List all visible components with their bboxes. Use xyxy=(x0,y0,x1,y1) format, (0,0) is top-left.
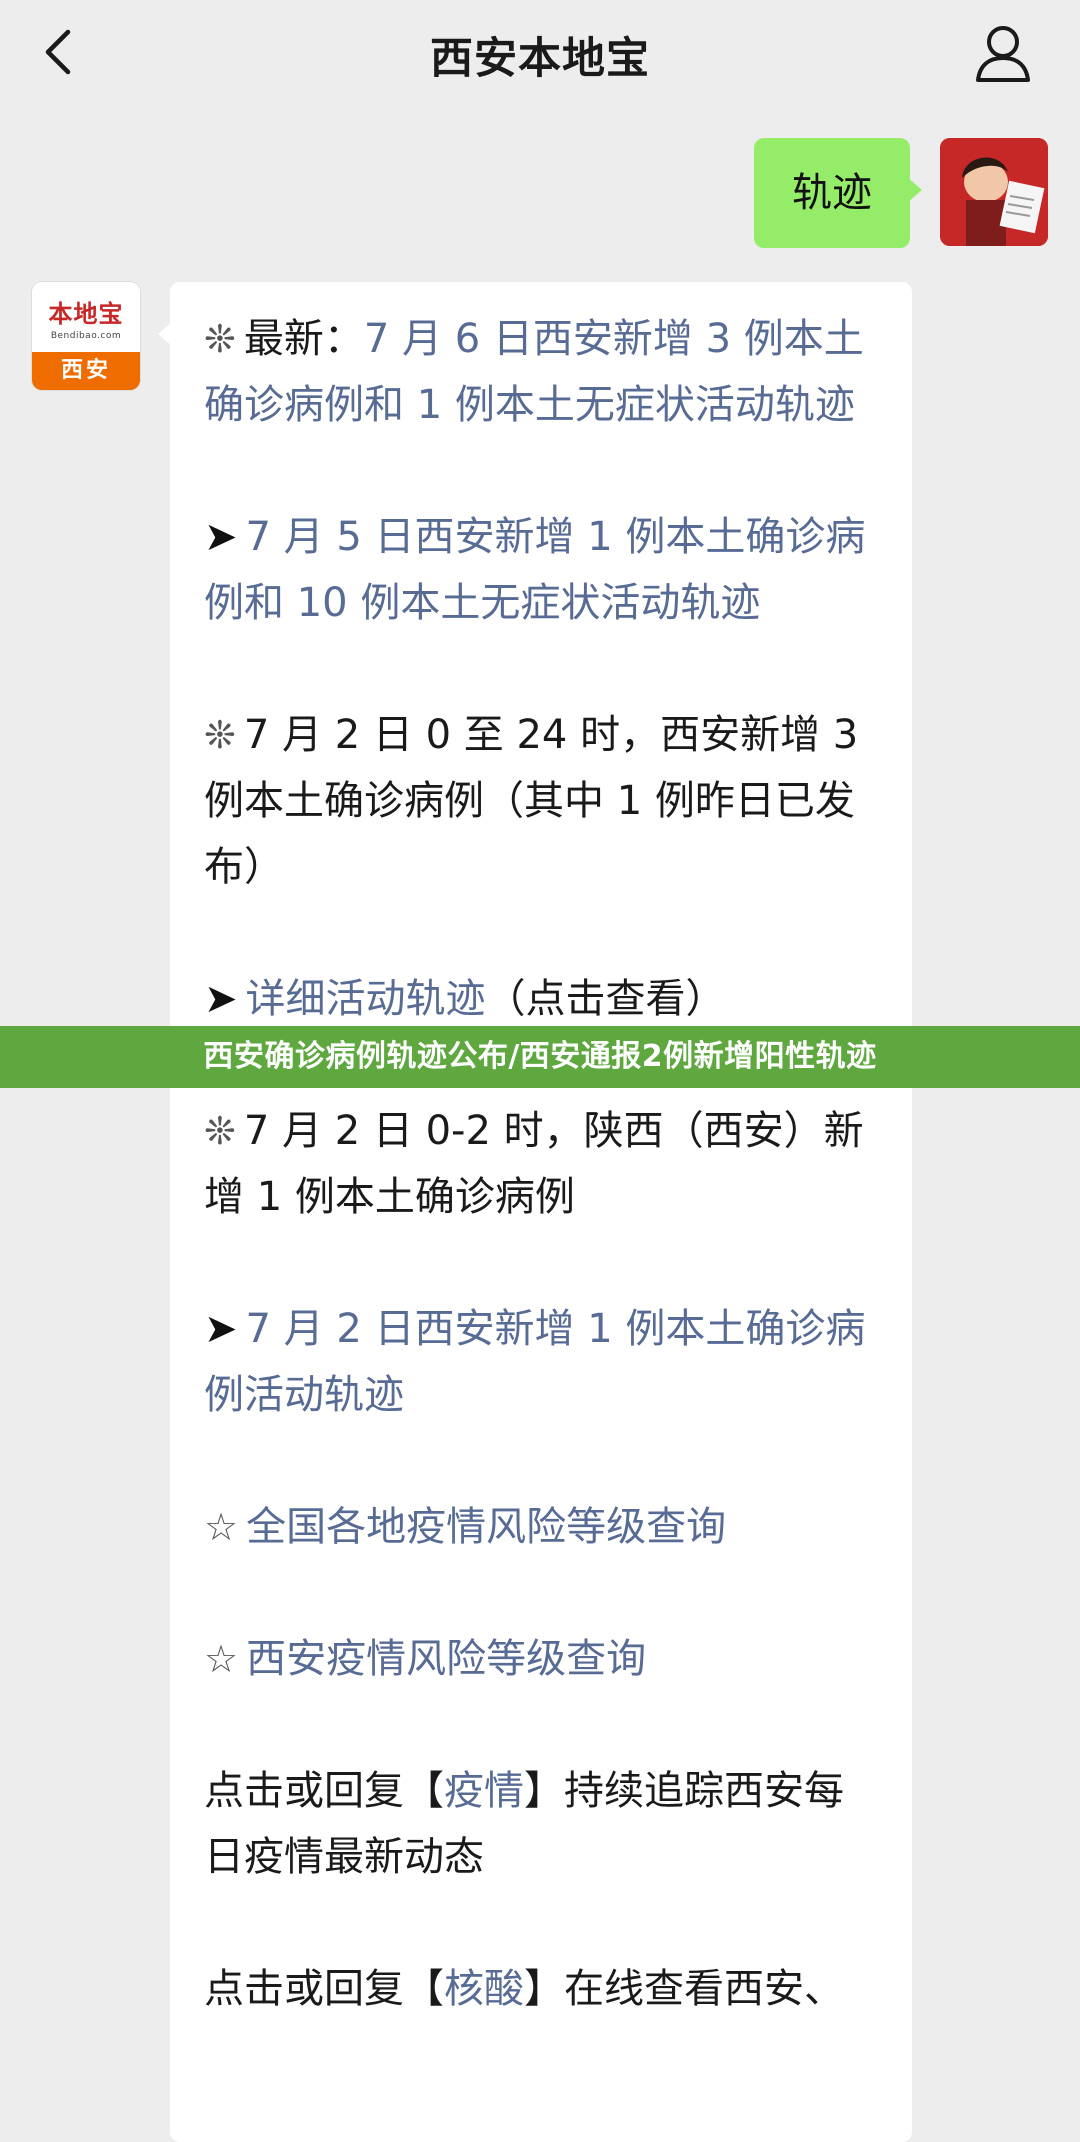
arrow-icon: ➤ xyxy=(204,1306,238,1352)
list-item: ➤ 详细活动轨迹（点击查看） xyxy=(204,966,882,1032)
page-title: 西安本地宝 xyxy=(430,34,650,84)
detail-link[interactable]: 详细活动轨迹 xyxy=(246,976,486,1022)
risk-query-link[interactable]: 西安疫情风险等级查询 xyxy=(246,1636,646,1682)
user-avatar[interactable] xyxy=(940,138,1048,246)
user-message-text: 轨迹 xyxy=(792,170,872,216)
arrow-icon: ➤ xyxy=(204,976,238,1022)
reply-post: 】在线查看西安、 xyxy=(524,1966,844,2012)
list-item: ➤ 7 月 5 日西安新增 1 例本土确诊病例和 10 例本土无症状活动轨迹 xyxy=(204,504,882,636)
bot-logo-top: 本地宝 Bendibao.com xyxy=(32,282,140,352)
item-lead: 最新： xyxy=(243,316,364,362)
profile-icon[interactable] xyxy=(970,20,1036,86)
list-item: ☆ 全国各地疫情风险等级查询 xyxy=(204,1494,882,1560)
star-icon: ☆ xyxy=(204,1505,239,1549)
list-item: ❊ 7 月 2 日 0-2 时，陕西（西安）新增 1 例本土确诊病例 xyxy=(204,1098,882,1230)
bot-message-bubble: ❊ 最新：7 月 6 日西安新增 3 例本土确诊病例和 1 例本土无症状活动轨迹 … xyxy=(158,282,912,2142)
bot-logo-brand: 本地宝 xyxy=(48,299,124,328)
flower-icon: ❊ xyxy=(204,1109,236,1153)
reply-hint: 点击或回复【核酸】在线查看西安、 xyxy=(204,1956,882,2022)
risk-query-link[interactable]: 全国各地疫情风险等级查询 xyxy=(246,1504,726,1550)
list-item: ☆ 西安疫情风险等级查询 xyxy=(204,1626,882,1692)
item-lead: 7 月 2 日 0-2 时，陕西（西安）新增 1 例本土确诊病例 xyxy=(204,1108,864,1220)
news-link[interactable]: 7 月 2 日西安新增 1 例本土确诊病例活动轨迹 xyxy=(204,1306,865,1418)
keyword-link-hesuan[interactable]: 核酸 xyxy=(444,1966,524,2012)
header-bar: 西安本地宝 xyxy=(0,0,1080,108)
bot-logo-city: 西安 xyxy=(32,352,140,390)
reply-hint: 点击或回复【疫情】持续追踪西安每日疫情最新动态 xyxy=(204,1758,882,1890)
reply-pre: 点击或回复【 xyxy=(204,1966,444,2012)
arrow-icon: ➤ xyxy=(204,514,238,560)
headline-banner: 西安确诊病例轨迹公布/西安通报2例新增阳性轨迹 xyxy=(0,1026,1080,1088)
flower-icon: ❊ xyxy=(204,317,236,361)
bot-logo-domain: Bendibao.com xyxy=(50,331,122,341)
item-suffix: （点击查看） xyxy=(485,976,726,1022)
bot-avatar[interactable]: 本地宝 Bendibao.com 西安 xyxy=(32,282,140,390)
news-link[interactable]: 7 月 5 日西安新增 1 例本土确诊病例和 10 例本土无症状活动轨迹 xyxy=(204,514,865,626)
flower-icon: ❊ xyxy=(204,713,236,757)
list-item: ❊ 最新：7 月 6 日西安新增 3 例本土确诊病例和 1 例本土无症状活动轨迹 xyxy=(204,306,882,438)
item-lead: 7 月 2 日 0 至 24 时，西安新增 3 例本土确诊病例（其中 1 例昨日… xyxy=(204,712,859,890)
list-item: ➤ 7 月 2 日西安新增 1 例本土确诊病例活动轨迹 xyxy=(204,1296,882,1428)
user-message-bubble[interactable]: 轨迹 xyxy=(754,138,922,248)
list-item: ❊ 7 月 2 日 0 至 24 时，西安新增 3 例本土确诊病例（其中 1 例昨… xyxy=(204,702,882,900)
keyword-link-yiqing[interactable]: 疫情 xyxy=(444,1768,524,1814)
reply-pre: 点击或回复【 xyxy=(204,1768,444,1814)
star-icon: ☆ xyxy=(204,1637,239,1681)
